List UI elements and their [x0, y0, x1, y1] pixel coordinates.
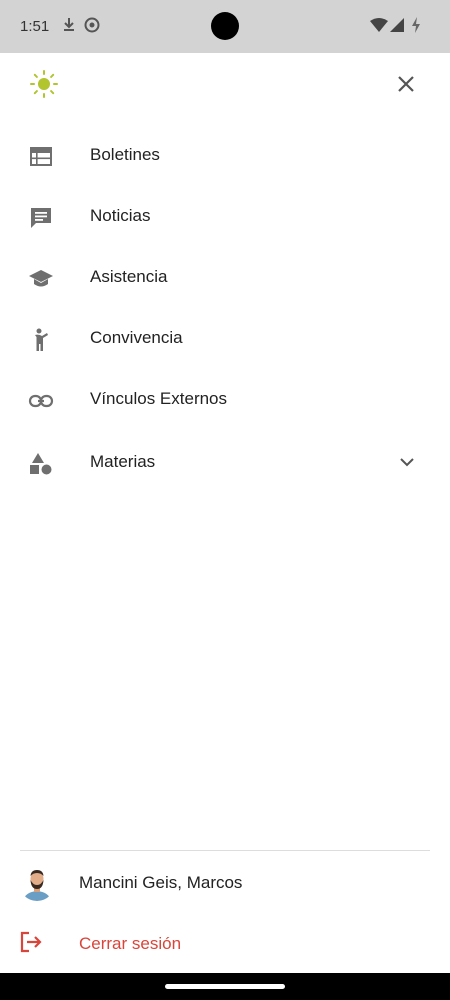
front-camera: [211, 12, 239, 40]
school-icon: [28, 266, 54, 292]
menu-item-boletines[interactable]: Boletines: [0, 132, 450, 180]
menu-item-asistencia[interactable]: Asistencia: [0, 254, 450, 302]
logout-label: Cerrar sesión: [79, 934, 182, 953]
person-icon: [28, 327, 54, 353]
status-bar: 1:51: [0, 0, 450, 53]
table-icon: [28, 144, 54, 170]
app-notification-icon: [84, 17, 100, 38]
menu-item-noticias[interactable]: Noticias: [0, 193, 450, 241]
theme-toggle-sun-icon[interactable]: [30, 70, 58, 103]
message-icon: [28, 205, 54, 231]
avatar: [19, 865, 55, 901]
menu-item-label: Materias: [90, 452, 156, 471]
logout-icon: [19, 930, 43, 959]
menu-item-label: Noticias: [90, 206, 151, 225]
close-icon[interactable]: [394, 72, 418, 96]
menu-item-convivencia[interactable]: Convivencia: [0, 315, 450, 363]
menu-item-label: Vínculos Externos: [90, 389, 228, 408]
menu-item-label: Asistencia: [90, 267, 168, 286]
menu-item-label: Convivencia: [90, 328, 183, 347]
wifi-icon: [370, 18, 388, 37]
home-indicator[interactable]: [165, 984, 285, 989]
link-icon: [28, 388, 54, 414]
menu-item-label: Boletines: [90, 145, 160, 164]
shapes-icon: [28, 451, 54, 477]
navigation-drawer: [0, 53, 450, 973]
system-navigation-bar: [0, 973, 450, 1000]
menu-item-materias[interactable]: Materias: [0, 439, 450, 487]
logout-button[interactable]: Cerrar sesión: [0, 920, 450, 966]
menu-item-vinculos-externos[interactable]: Vínculos Externos: [0, 376, 450, 424]
divider: [20, 850, 430, 851]
user-name: Mancini Geis, Marcos: [79, 873, 243, 892]
signal-icon: [390, 18, 404, 37]
battery-charging-icon: [410, 17, 422, 38]
download-notification-icon: [62, 17, 76, 38]
status-time: 1:51: [20, 18, 50, 35]
chevron-down-icon[interactable]: [398, 453, 416, 476]
user-profile-row[interactable]: Mancini Geis, Marcos: [0, 857, 450, 907]
